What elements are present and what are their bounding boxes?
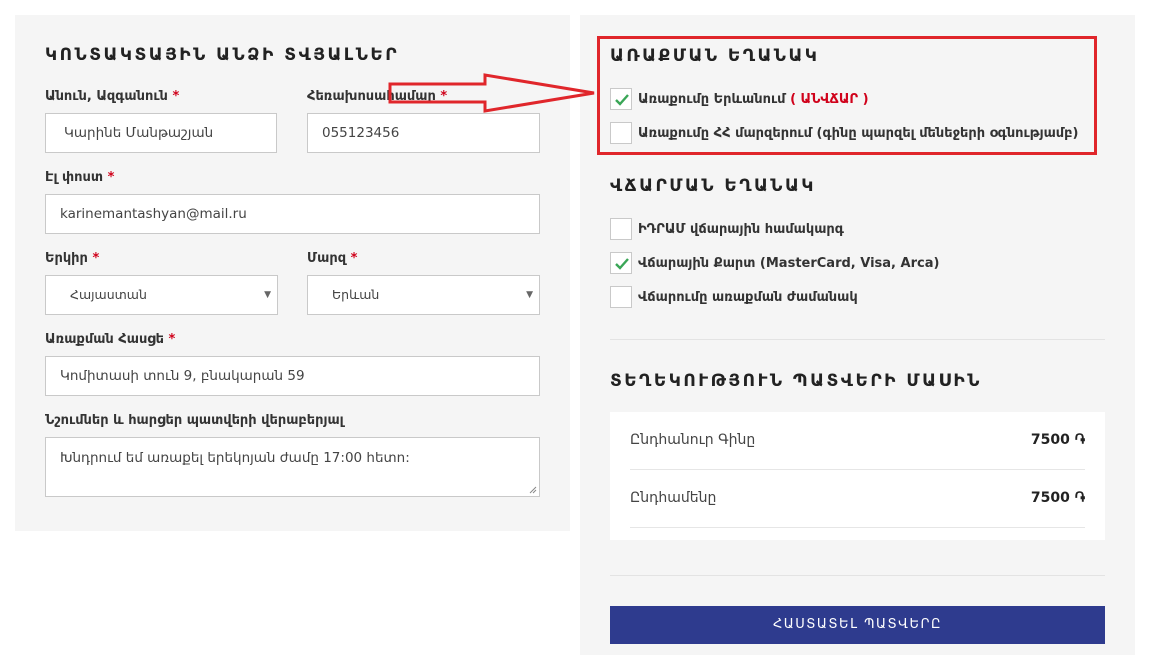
notes-label: Նշումներ և հարցեր պատվերի վերաբերյալ [45, 413, 344, 428]
delivery-highlight-box [597, 36, 1097, 155]
name-value: Կարինե Մանթաշյան [64, 125, 214, 141]
phone-value: 055123456 [322, 125, 400, 141]
payment-option-label: ԻԴՐԱՄ վճարային համակարգ [638, 222, 844, 237]
check-icon [615, 258, 629, 270]
summary-key: Ընդհանուր Գինը [630, 432, 756, 448]
summary-row-subtotal: Ընդհանուր Գինը 7500 ֏ [630, 412, 1085, 470]
payment-section-title: ՎՃԱՐՄԱՆ ԵՂԱՆԱԿ [610, 176, 816, 196]
chevron-down-icon: ▼ [264, 290, 271, 300]
payment-option-label: Վճարումը առաքման ժամանակ [638, 290, 858, 305]
country-label: Երկիր * [45, 251, 100, 266]
order-info-section-title: ՏԵՂԵԿՈՒԹՅՈՒՆ ՊԱՏՎԵՐԻ ՄԱՍԻՆ [610, 371, 982, 391]
email-field[interactable]: karinemantashyan@mail.ru [45, 194, 540, 234]
address-label: Առաքման Հասցե * [45, 332, 176, 347]
summary-value: 7500 ֏ [1030, 432, 1085, 448]
region-value: Երևան [332, 287, 380, 302]
divider [610, 339, 1105, 340]
summary-value: 7500 ֏ [1030, 490, 1085, 506]
order-summary: Ընդհանուր Գինը 7500 ֏ Ընդհամենը 7500 ֏ [610, 412, 1105, 540]
notes-textarea[interactable]: Խնդրում եմ առաքել երեկոյան ժամը 17:00 հե… [45, 437, 540, 497]
checkbox-unchecked[interactable] [610, 218, 632, 240]
contact-section-title: ԿՈՆՏԱԿՏԱՅԻՆ ԱՆՁԻ ՏՎՅԱԼՆԵՐ [45, 45, 400, 65]
region-select[interactable]: Երևան ▼ [307, 275, 540, 315]
email-label: Էլ փոստ * [45, 170, 115, 185]
country-select[interactable]: Հայաստան ▼ [45, 275, 278, 315]
summary-row-total: Ընդհամենը 7500 ֏ [630, 470, 1085, 528]
checkbox-unchecked[interactable] [610, 286, 632, 308]
checkbox-checked[interactable] [610, 252, 632, 274]
name-field[interactable]: Կարինե Մանթաշյան [45, 113, 277, 153]
name-label: Անուն, Ազգանուն * [45, 89, 180, 104]
email-value: karinemantashyan@mail.ru [60, 206, 247, 222]
confirm-order-button[interactable]: ՀԱՍՏԱՏԵԼ ՊԱՏՎԵՐԸ [610, 606, 1105, 644]
address-field[interactable]: Կոմիտասի տուն 9, բնակարան 59 [45, 356, 540, 396]
region-label: Մարզ * [307, 251, 358, 266]
phone-field[interactable]: 055123456 [307, 113, 540, 153]
payment-option-label: Վճարային Քարտ (MasterCard, Visa, Arca) [638, 256, 940, 271]
notes-value: Խնդրում եմ առաքել երեկոյան ժամը 17:00 հե… [60, 450, 410, 466]
country-value: Հայաստան [70, 287, 147, 302]
divider [610, 575, 1105, 576]
resize-grip-icon[interactable] [529, 486, 537, 494]
chevron-down-icon: ▼ [526, 290, 533, 300]
annotation-arrow-icon [388, 73, 595, 113]
summary-key: Ընդհամենը [630, 490, 717, 506]
address-value: Կոմիտասի տուն 9, բնակարան 59 [60, 368, 305, 384]
